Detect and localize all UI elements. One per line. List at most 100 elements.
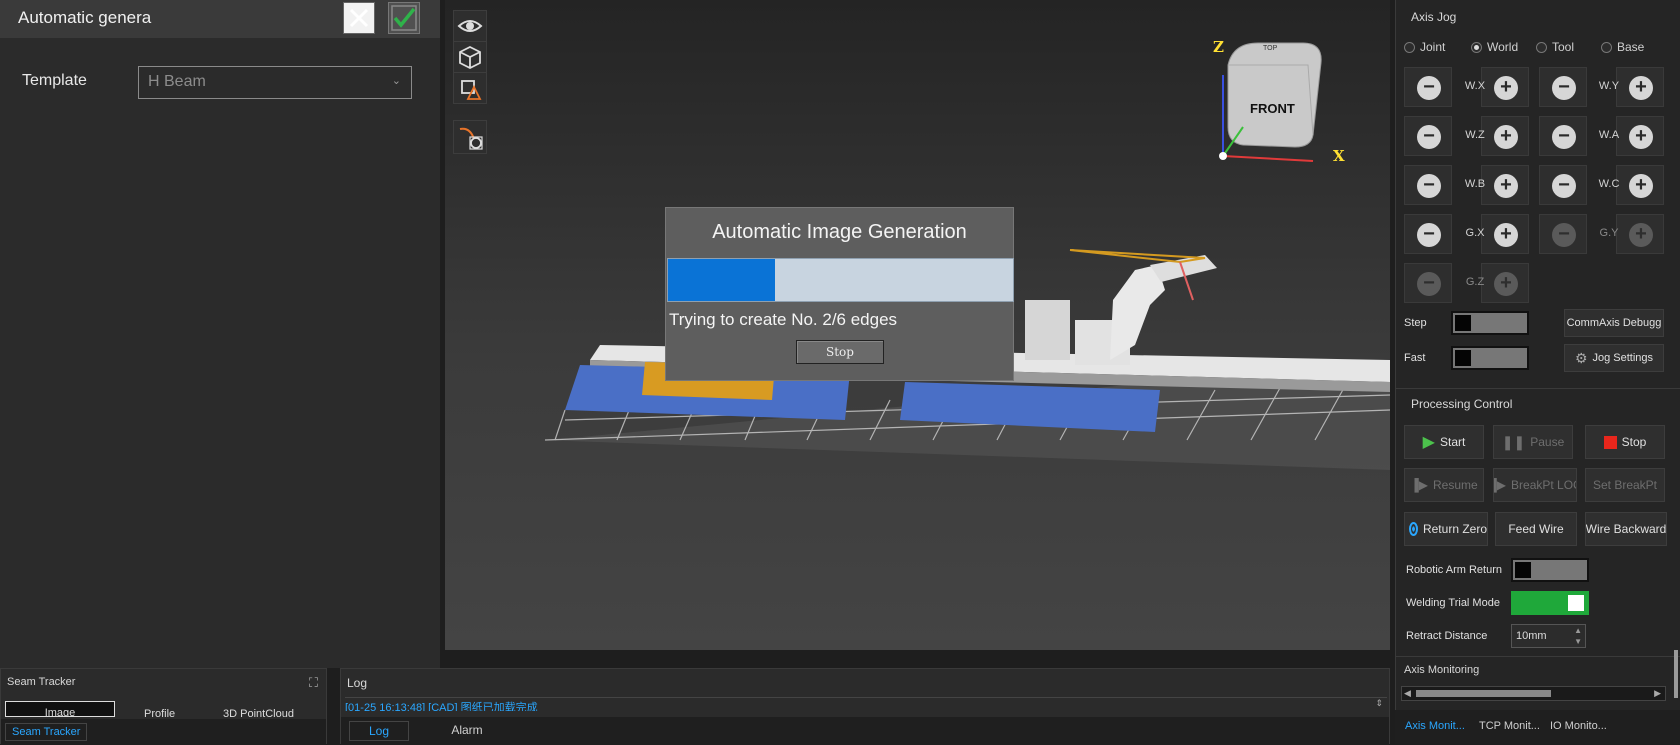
jog-minus-g-x-button[interactable]: − <box>1404 214 1452 254</box>
gear-icon: ⚙ <box>1574 349 1588 366</box>
plus-icon: + <box>1494 223 1518 247</box>
jog-axis-label: W.C <box>1598 178 1620 190</box>
scroll-right-icon[interactable]: ▶ <box>1654 688 1661 699</box>
retract-distance-input[interactable]: 10mm ▲ ▼ <box>1511 624 1586 648</box>
template-value: H Beam <box>148 73 206 90</box>
plus-icon: + <box>1629 76 1653 100</box>
axis-monitoring-title: Axis Monitoring <box>1404 664 1480 676</box>
cube-icon <box>459 45 481 70</box>
spinner-icon[interactable]: ▲ ▼ <box>1574 625 1582 647</box>
step-label: Step <box>1404 317 1427 329</box>
pause-label: Pause <box>1530 435 1565 449</box>
panel-title: Automatic genera <box>18 8 152 27</box>
log-output[interactable]: [01-25 16:13:48] [CAD] 图纸已加载完成 ⇕ <box>345 697 1387 711</box>
stop-button[interactable]: Stop <box>1585 425 1665 459</box>
feed-wire-button[interactable]: Feed Wire <box>1495 512 1577 546</box>
jog-axis-label: W.Z <box>1465 129 1485 141</box>
jog-mode-radio-base[interactable] <box>1601 42 1612 53</box>
tab-alarm[interactable]: Alarm <box>437 721 497 741</box>
stop-icon <box>1603 435 1617 449</box>
log-scroll-icon[interactable]: ⇕ <box>1375 698 1383 709</box>
jog-mode-radio-joint[interactable] <box>1404 42 1415 53</box>
log-panel: Log [01-25 16:13:48] [CAD] 图纸已加载完成 ⇕ Log… <box>340 668 1390 745</box>
path-settings-button[interactable] <box>453 120 487 154</box>
tab-axis-monitor[interactable]: Axis Monit... <box>1405 720 1465 732</box>
welding-trial-mode-toggle[interactable] <box>1511 591 1589 615</box>
image-generation-dialog: Automatic Image Generation Trying to cre… <box>665 207 1014 381</box>
step-toggle[interactable] <box>1451 311 1529 335</box>
processing-control-title: Processing Control <box>1411 397 1513 411</box>
horizontal-scrollbar[interactable]: ◀ ▶ <box>1401 686 1666 701</box>
jog-axis-label: W.Y <box>1598 80 1620 92</box>
retract-distance-label: Retract Distance <box>1406 630 1488 642</box>
start-button[interactable]: ▶ Start <box>1404 425 1484 459</box>
cube-button[interactable] <box>453 41 487 73</box>
minus-icon: − <box>1552 125 1576 149</box>
radio-target-icon <box>1409 522 1418 536</box>
breakpt-loc-label: BreakPt LOC <box>1511 478 1577 492</box>
toggle-knob <box>1568 595 1584 611</box>
resume-button[interactable]: ▐▶ Resume <box>1404 468 1484 502</box>
scroll-left-icon[interactable]: ◀ <box>1404 688 1411 699</box>
jog-axis-label: G.Y <box>1599 227 1619 239</box>
wire-backward-button[interactable]: Wire Backward <box>1585 512 1667 546</box>
jog-settings-button[interactable]: ⚙ Jog Settings <box>1564 344 1664 372</box>
tab-tcp-monitor[interactable]: TCP Monit... <box>1479 720 1540 732</box>
expand-icon[interactable]: ⛶ <box>309 675 318 691</box>
jog-mode-radio-world[interactable] <box>1471 42 1482 53</box>
vertical-scrollbar[interactable] <box>1674 650 1678 698</box>
play-icon: ▶ <box>1422 434 1435 451</box>
template-select[interactable]: H Beam ⌄ <box>138 66 412 99</box>
jog-minus-w-y-button[interactable]: − <box>1539 67 1587 107</box>
progress-fill <box>668 259 775 301</box>
seam-tracker-subtab-pointcloud[interactable]: 3D PointCloud <box>223 703 294 717</box>
jog-minus-g-z-button[interactable]: − <box>1404 263 1452 303</box>
seam-tracker-subtab-profile[interactable]: Profile <box>144 703 175 717</box>
eye-button[interactable] <box>453 10 487 42</box>
jog-minus-w-a-button[interactable]: − <box>1539 116 1587 156</box>
log-title: Log <box>347 676 368 690</box>
robotic-arm-return-toggle[interactable] <box>1511 558 1589 582</box>
view-cube-front-label: FRONT <box>1250 101 1295 116</box>
eye-icon <box>457 20 483 32</box>
seam-tracker-subtab-image[interactable]: Image <box>5 701 115 717</box>
jog-minus-g-y-button[interactable]: − <box>1539 214 1587 254</box>
breakpt-loc-button[interactable]: ▐▶ BreakPt LOC <box>1493 468 1577 502</box>
resume-label: Resume <box>1433 478 1478 492</box>
log-tabbar: Log Alarm <box>341 717 1389 745</box>
jog-axis-label: G.Z <box>1465 276 1485 288</box>
return-zero-button[interactable]: Return Zero <box>1404 512 1488 546</box>
jog-mode-radio-tool[interactable] <box>1536 42 1547 53</box>
toggle-knob <box>1515 562 1531 578</box>
tab-io-monitor[interactable]: IO Monito... <box>1550 720 1607 732</box>
fast-label: Fast <box>1404 352 1426 364</box>
fast-toggle[interactable] <box>1451 346 1529 370</box>
jog-minus-w-z-button[interactable]: − <box>1404 116 1452 156</box>
jog-mode-label: World <box>1487 40 1519 54</box>
close-button[interactable] <box>343 2 375 34</box>
minus-icon: − <box>1417 76 1441 100</box>
jog-mode-label: Base <box>1617 40 1645 54</box>
tab-seam-tracker[interactable]: Seam Tracker <box>5 723 88 741</box>
view-cube[interactable]: FRONT TOP Z X <box>1213 35 1348 165</box>
right-panel: Axis Jog Joint World Tool Base − + W.X − + W.Y − +… <box>1395 0 1680 710</box>
dialog-title: Automatic Image Generation <box>712 221 967 243</box>
breakpoint-icon: ▐▶ <box>1494 478 1507 492</box>
tab-log[interactable]: Log <box>349 721 409 741</box>
confirm-button[interactable] <box>388 2 420 34</box>
jog-minus-w-c-button[interactable]: − <box>1539 165 1587 205</box>
jog-minus-w-b-button[interactable]: − <box>1404 165 1452 205</box>
pause-button[interactable]: ❚❚ Pause <box>1493 425 1573 459</box>
cube-warning-button[interactable] <box>453 72 487 104</box>
left-panel-header: Automatic genera <box>0 0 440 38</box>
path-settings-icon <box>459 127 483 150</box>
plus-icon: + <box>1494 174 1518 198</box>
dialog-stop-button[interactable]: Stop <box>796 340 884 364</box>
toggle-knob <box>1455 350 1471 366</box>
jog-axis-label: W.B <box>1464 178 1486 190</box>
commaxis-debug-button[interactable]: CommAxis Debugg <box>1564 309 1664 337</box>
scrollbar-thumb[interactable] <box>1416 690 1551 697</box>
cube-warning-icon <box>461 80 482 100</box>
set-breakpt-button[interactable]: Set BreakPt <box>1585 468 1665 502</box>
jog-minus-w-x-button[interactable]: − <box>1404 67 1452 107</box>
